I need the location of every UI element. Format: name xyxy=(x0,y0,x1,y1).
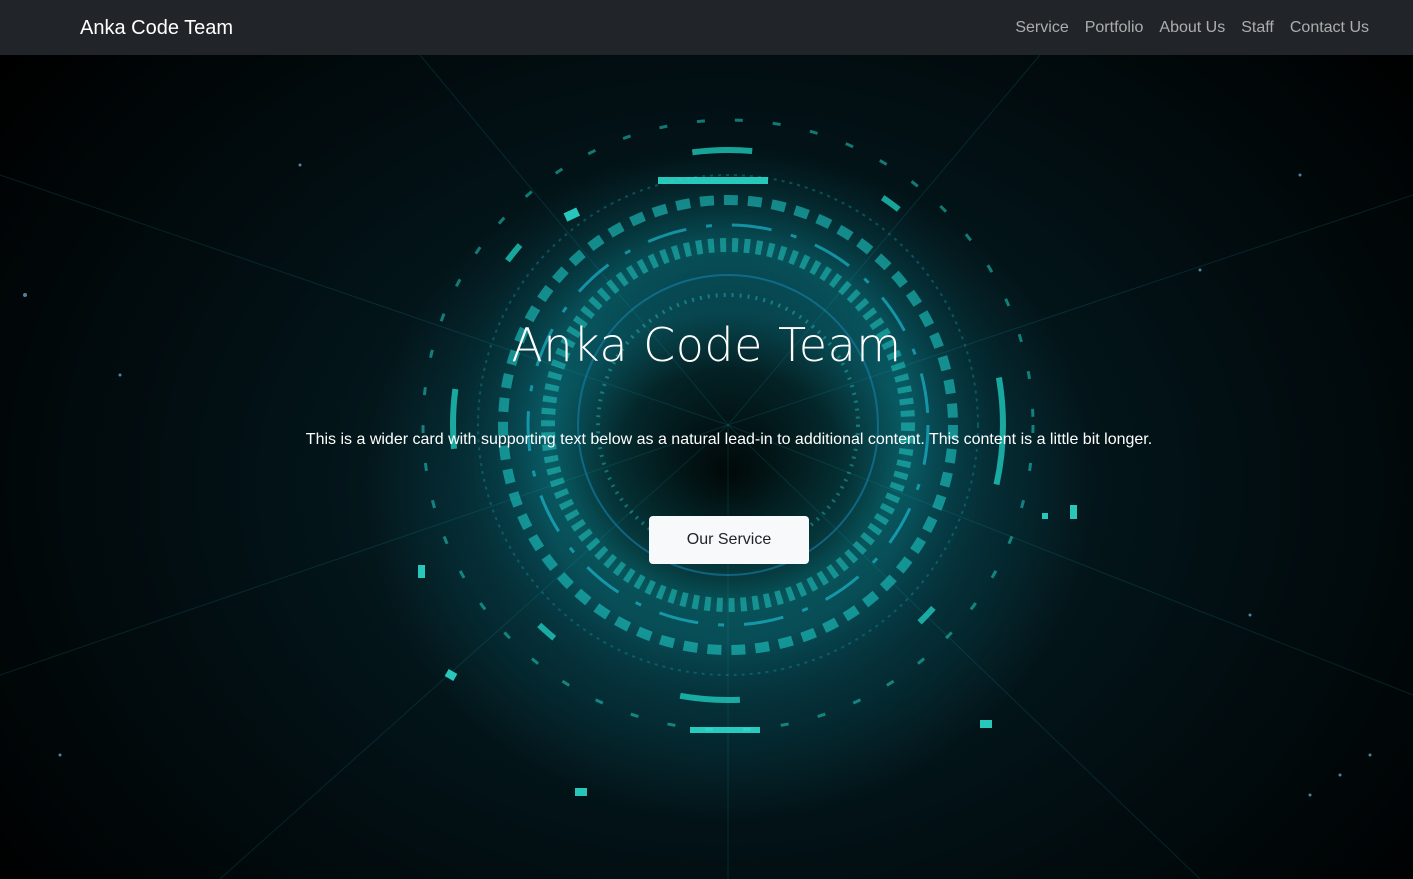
hero-title: Anka Code Team xyxy=(511,318,902,372)
nav-link-portfolio[interactable]: Portfolio xyxy=(1085,16,1144,40)
nav-link-contact-us[interactable]: Contact Us xyxy=(1290,16,1369,40)
hero-description: This is a wider card with supporting tex… xyxy=(305,431,1153,448)
nav-links: Service Portfolio About Us Staff Contact… xyxy=(1015,16,1369,40)
our-service-button[interactable]: Our Service xyxy=(649,516,809,564)
hero-background-image xyxy=(0,55,1413,879)
nav-link-about-us[interactable]: About Us xyxy=(1159,16,1225,40)
nav-link-service[interactable]: Service xyxy=(1015,16,1068,40)
nav-link-staff[interactable]: Staff xyxy=(1241,16,1274,40)
brand-link[interactable]: Anka Code Team xyxy=(80,15,233,41)
navbar: Anka Code Team Service Portfolio About U… xyxy=(0,0,1413,55)
hero-section: Anka Code Team This is a wider card with… xyxy=(0,55,1413,879)
